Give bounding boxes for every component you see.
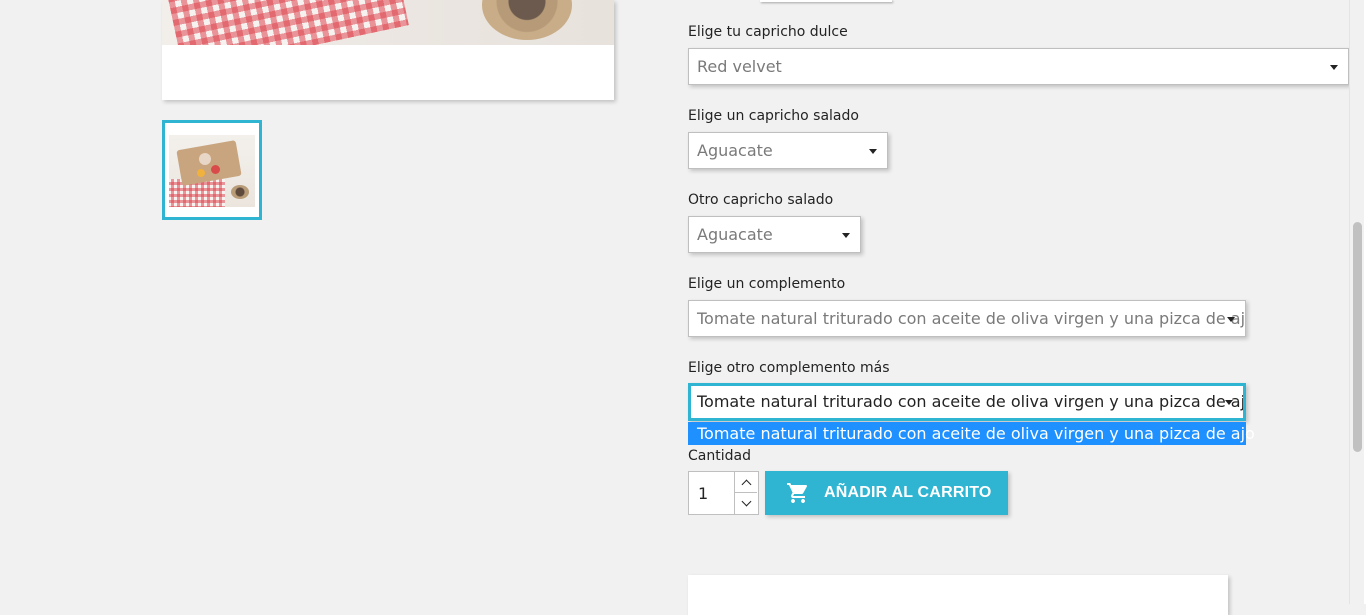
previous-field-edge <box>760 0 892 2</box>
select-savory-2-value: Aguacate <box>697 225 773 244</box>
select-complement[interactable]: Tomate natural triturado con aceite de o… <box>688 300 1246 337</box>
chevron-up-icon <box>741 479 751 489</box>
option-label-complement-2: Elige otro complemento más <box>688 360 890 376</box>
thumbnail-cup <box>231 185 249 199</box>
select-savory[interactable]: Aguacate <box>688 132 888 169</box>
caret-down-icon <box>842 232 850 238</box>
scrollbar-track[interactable] <box>1349 0 1364 604</box>
thumbnail-food <box>199 153 211 165</box>
option-label-sweet: Elige tu capricho dulce <box>688 24 848 40</box>
thumbnail-food <box>211 165 220 174</box>
quantity-label: Cantidad <box>688 448 751 464</box>
quantity-increase-button[interactable] <box>735 472 757 493</box>
quantity-decrease-button[interactable] <box>735 493 757 513</box>
chevron-down-icon <box>741 496 751 506</box>
caret-down-icon <box>1227 316 1235 322</box>
caret-down-icon <box>869 148 877 154</box>
caret-down-icon <box>1225 400 1233 405</box>
caret-down-icon <box>1330 64 1338 70</box>
product-photo <box>162 0 614 45</box>
select-sweet-value: Red velvet <box>697 57 782 76</box>
quantity-stepper[interactable]: 1 <box>688 471 759 515</box>
dropdown-option-highlighted[interactable]: Tomate natural triturado con aceite de o… <box>688 422 1255 445</box>
info-card <box>688 575 1228 615</box>
select-complement-2-value: Tomate natural triturado con aceite de o… <box>697 392 1246 411</box>
option-label-savory: Elige un capricho salado <box>688 108 859 124</box>
add-to-cart-button[interactable]: AÑADIR AL CARRITO <box>765 471 1008 515</box>
thumbnail-food <box>197 169 205 177</box>
select-complement-2[interactable]: Tomate natural triturado con aceite de o… <box>688 383 1246 421</box>
option-label-complement: Elige un complemento <box>688 276 846 292</box>
quantity-buttons <box>734 472 758 514</box>
shopping-cart-icon <box>787 483 808 503</box>
scrollbar-thumb[interactable] <box>1353 222 1362 452</box>
quantity-input[interactable]: 1 <box>698 484 708 503</box>
thumbnail-photo <box>169 135 255 207</box>
gingham-napkin <box>165 0 409 45</box>
select-complement-value: Tomate natural triturado con aceite de o… <box>697 309 1246 328</box>
select-savory-value: Aguacate <box>697 141 773 160</box>
product-main-image[interactable] <box>162 0 614 100</box>
select-savory-2[interactable]: Aguacate <box>688 216 861 253</box>
select-sweet[interactable]: Red velvet <box>688 48 1349 85</box>
add-to-cart-label: AÑADIR AL CARRITO <box>824 484 992 501</box>
coffee-cup <box>482 0 572 40</box>
option-label-savory-2: Otro capricho salado <box>688 192 834 208</box>
product-thumbnail-selected[interactable] <box>162 120 262 220</box>
